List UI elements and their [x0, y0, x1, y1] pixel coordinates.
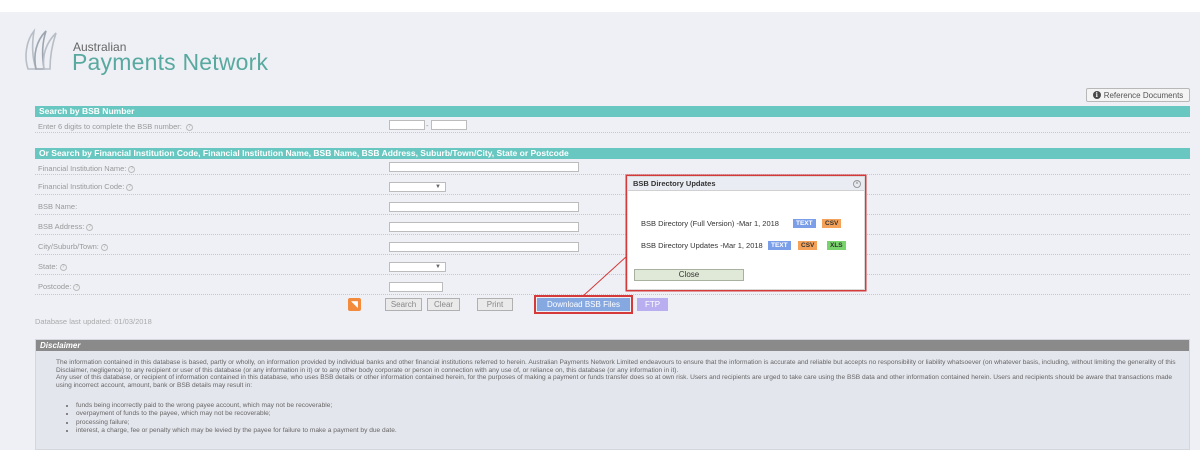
list-item: overpayment of funds to the payee, which…	[76, 410, 397, 418]
bsb-name-label: BSB Name:	[38, 202, 78, 211]
full-version-label: BSB Directory (Full Version) -Mar 1, 201…	[641, 219, 779, 228]
ftp-button[interactable]: FTP	[637, 298, 668, 311]
updates-csv-link[interactable]: CSV	[798, 241, 818, 250]
help-icon[interactable]: ?	[73, 283, 81, 291]
full-version-text-link[interactable]: TEXT	[793, 219, 816, 228]
bsb-search-header: Search by BSB Number	[35, 106, 1190, 117]
bsb-suffix-input[interactable]	[431, 120, 467, 130]
updates-xls-link[interactable]: XLS	[827, 241, 846, 250]
updates-label: BSB Directory Updates -Mar 1, 2018	[641, 241, 763, 250]
brand-line-2: Payments Network	[72, 49, 269, 75]
postcode-row: Postcode:?	[35, 275, 1190, 295]
updates-text-link[interactable]: TEXT	[768, 241, 791, 250]
disclaimer-title: Disclaimer	[36, 340, 1189, 351]
fi-name-input[interactable]	[389, 162, 579, 172]
bsb-prefix-input[interactable]	[389, 120, 425, 130]
dialog-close-button[interactable]: Close	[634, 269, 744, 281]
city-row: City/Suburb/Town:?	[35, 235, 1190, 255]
bsb-number-label: Enter 6 digits to complete the BSB numbe…	[38, 122, 182, 131]
bsb-directory-updates-dialog: BSB Directory Updates × BSB Directory (F…	[627, 176, 865, 290]
help-icon[interactable]: ?	[185, 123, 193, 131]
bsb-number-row: Enter 6 digits to complete the BSB numbe…	[35, 119, 1190, 133]
state-select[interactable]: ▼	[389, 262, 446, 272]
bsb-name-row: BSB Name:	[35, 195, 1190, 215]
disclaimer-paragraph-1: The information contained in this databa…	[56, 359, 1176, 374]
city-label: City/Suburb/Town:	[38, 242, 99, 251]
postcode-input[interactable]	[389, 282, 443, 292]
bsb-name-input[interactable]	[389, 202, 579, 212]
help-icon[interactable]: ?	[100, 243, 108, 251]
list-item: processing failure;	[76, 419, 397, 427]
help-icon[interactable]: ?	[59, 263, 67, 271]
city-input[interactable]	[389, 242, 579, 252]
help-icon[interactable]: ?	[126, 183, 134, 191]
bsb-address-input[interactable]	[389, 222, 579, 232]
disclaimer-paragraph-2: Any user of this database, or recipient …	[56, 374, 1173, 389]
close-icon[interactable]: ×	[853, 180, 861, 188]
fi-name-label: Financial Institution Name:	[38, 164, 127, 173]
postcode-label: Postcode:	[38, 282, 72, 291]
clear-button[interactable]: Clear	[427, 298, 460, 311]
search-button[interactable]: Search	[385, 298, 422, 311]
fi-code-label: Financial Institution Code:	[38, 182, 125, 191]
bsb-address-label: BSB Address:	[38, 222, 85, 231]
print-button[interactable]: Print	[477, 298, 513, 311]
reference-documents-label: Reference Documents	[1103, 90, 1184, 100]
fi-code-row: Financial Institution Code:? ▼	[35, 175, 1190, 195]
state-row: State:? ▼	[35, 255, 1190, 275]
last-updated-text: Database last updated: 01/03/2018	[35, 317, 152, 326]
info-icon: i	[1092, 91, 1101, 99]
disclaimer-panel: Disclaimer The information contained in …	[35, 339, 1190, 450]
bsb-separator: -	[426, 121, 429, 130]
disclaimer-risk-list: funds being incorrectly paid to the wron…	[76, 402, 397, 436]
page-background: Australian Payments Network i Reference …	[0, 12, 1200, 450]
rss-feed-icon[interactable]: ◥	[348, 298, 361, 311]
reference-documents-button[interactable]: i Reference Documents	[1086, 88, 1190, 102]
disclaimer-body: The information contained in this databa…	[56, 359, 1176, 389]
dialog-title: BSB Directory Updates	[628, 177, 864, 191]
fi-search-header: Or Search by Financial Institution Code,…	[35, 148, 1190, 159]
list-item: interest, a charge, fee or penalty which…	[76, 427, 397, 435]
state-label: State:	[38, 262, 58, 271]
help-icon[interactable]: ?	[86, 223, 94, 231]
help-icon[interactable]: ?	[128, 165, 136, 173]
fi-name-row: Financial Institution Name:?	[35, 160, 1190, 175]
download-bsb-files-button[interactable]: Download BSB Files	[537, 298, 630, 311]
full-version-csv-link[interactable]: CSV	[822, 219, 842, 228]
logo-mark-icon	[25, 28, 57, 70]
bsb-address-row: BSB Address:?	[35, 215, 1190, 235]
list-item: funds being incorrectly paid to the wron…	[76, 402, 397, 410]
fi-code-select[interactable]: ▼	[389, 182, 446, 192]
